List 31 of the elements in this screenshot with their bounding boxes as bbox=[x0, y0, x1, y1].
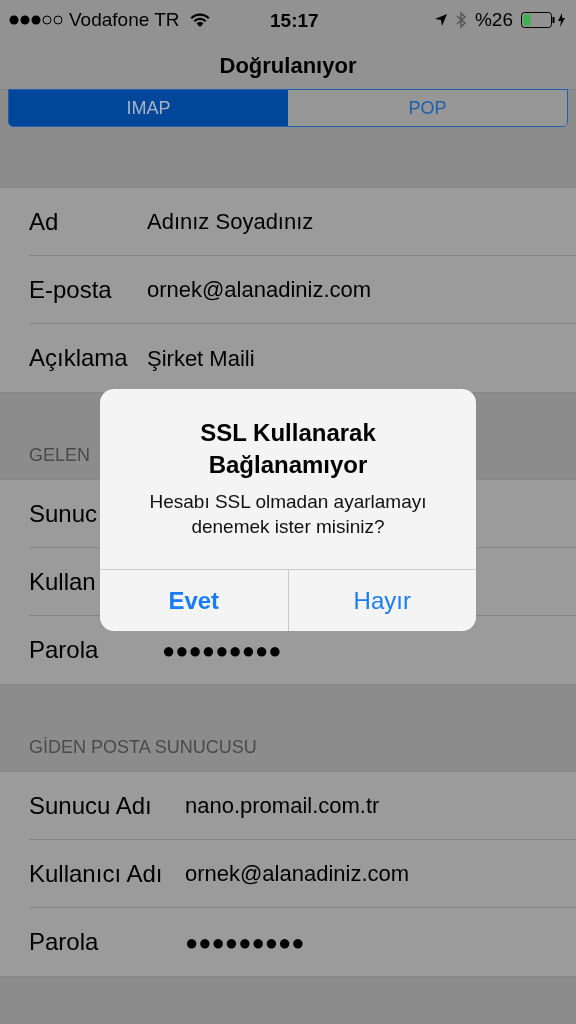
alert-title: SSL Kullanarak Bağlanamıyor bbox=[199, 418, 377, 480]
segment-tab[interactable]: IMAP bbox=[9, 90, 288, 126]
section-header: GİDEN POSTA SUNUCUSU bbox=[29, 736, 257, 759]
field-label: Parola bbox=[29, 927, 100, 957]
field-value[interactable]: ornek@alanadiniz.com bbox=[147, 273, 372, 306]
field-value[interactable]: ornek@alanadiniz.com bbox=[185, 857, 410, 890]
battery-percentage: %26 bbox=[474, 7, 513, 32]
field-label: Kullanıcı Adı bbox=[29, 858, 164, 889]
field-value[interactable]: ●●●●●●●●● bbox=[162, 633, 282, 667]
field-label: Açıklama bbox=[29, 343, 129, 373]
carrier-name: Vodafone TR bbox=[69, 7, 180, 32]
alert-message: Hesabı SSL olmadan ayarlamayı denemek ister misiniz? bbox=[148, 490, 428, 539]
field-value[interactable]: Adınız Soyadınız bbox=[147, 205, 314, 238]
field-label: Ad bbox=[29, 206, 60, 237]
signal-icon bbox=[9, 14, 65, 26]
bluetooth-icon bbox=[455, 11, 467, 29]
wifi-icon bbox=[189, 12, 210, 28]
field-label: Parola bbox=[29, 635, 100, 665]
field-value[interactable]: nano.promail.com.tr bbox=[185, 789, 380, 822]
field-label: Kullan bbox=[29, 566, 97, 597]
field-value[interactable]: Şirket Maili bbox=[147, 341, 255, 375]
screen-title: Doğrulanıyor bbox=[219, 51, 357, 80]
section-header: GELEN bbox=[29, 444, 91, 467]
field-label: Sunucu Adı bbox=[29, 790, 153, 821]
alert-button[interactable]: Evet bbox=[100, 570, 288, 631]
alert-button[interactable]: Hayır bbox=[287, 570, 476, 631]
clock-time: 15:17 bbox=[270, 9, 319, 33]
field-label: E-posta bbox=[29, 274, 113, 305]
location-arrow-icon bbox=[433, 13, 448, 27]
field-value[interactable]: ●●●●●●●●● bbox=[185, 925, 305, 959]
battery-charging-icon bbox=[521, 11, 567, 29]
